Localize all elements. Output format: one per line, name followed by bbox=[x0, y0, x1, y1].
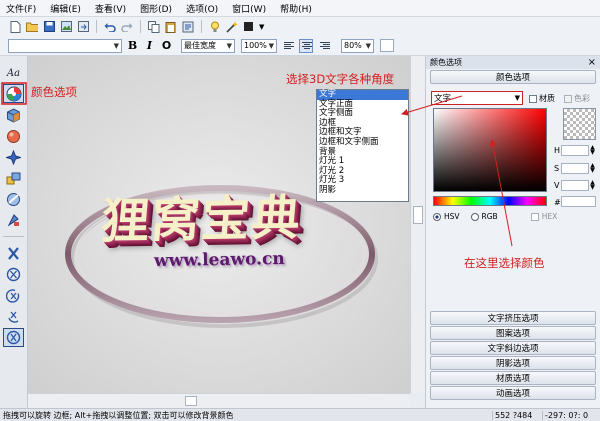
arrow-to-dropdown bbox=[401, 95, 463, 116]
highlight-color-tool bbox=[1, 82, 27, 105]
annotation-arrows bbox=[1, 82, 513, 247]
arrow-to-color-picker bbox=[489, 139, 513, 247]
